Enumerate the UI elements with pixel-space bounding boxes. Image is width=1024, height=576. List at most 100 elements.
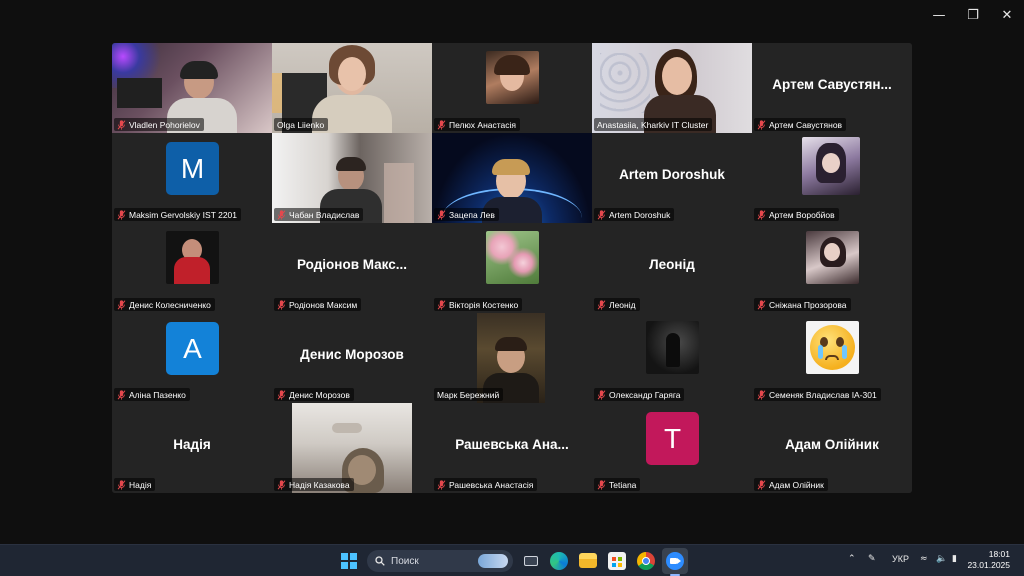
participant-name: Пелюх Анастасія — [449, 119, 517, 130]
participant-name-label: Olga Liienko — [274, 118, 329, 131]
muted-mic-icon — [117, 209, 126, 220]
muted-mic-icon — [277, 299, 286, 310]
muted-mic-icon — [597, 299, 606, 310]
participant-name: Зацепа Лев — [449, 209, 495, 220]
participant-name: Родіонов Максим — [289, 299, 358, 310]
participant-tile[interactable]: Чабан Владислав — [272, 133, 432, 223]
participant-tile[interactable]: Леонід Леонід — [592, 223, 752, 313]
participant-display-name: Артем Савустян... — [772, 77, 892, 92]
window-controls: — ❐ ✕ — [922, 4, 1024, 26]
volume-icon[interactable]: 🔈 — [936, 554, 947, 564]
participant-tile[interactable]: M Maksim Gervolskiy IST 2201 — [112, 133, 272, 223]
participant-name-label: Надія — [114, 478, 156, 491]
muted-mic-icon — [437, 479, 446, 490]
participant-name: Денис Морозов — [289, 389, 350, 400]
edge-icon[interactable] — [550, 552, 568, 570]
gallery-view: Vladlen Pohorielov Olga Liienko Пелюх Ан… — [112, 43, 912, 493]
chevron-up-icon[interactable]: ⌃ — [848, 554, 856, 564]
participant-tile[interactable]: T Tetiana — [592, 403, 752, 493]
participant-tile-active-speaker[interactable]: Anastasiia, Kharkiv IT Cluster — [592, 43, 752, 133]
participant-name-label: Vladlen Pohorielov — [114, 118, 204, 131]
muted-mic-icon — [117, 479, 126, 490]
taskbar-clock[interactable]: 18:01 23.01.2025 — [967, 549, 1010, 571]
task-view-icon[interactable] — [522, 552, 540, 570]
profile-picture — [646, 321, 699, 374]
participant-name: Марк Бережний — [437, 389, 500, 400]
participant-tile[interactable]: Семеняк Владислав ІА-301 — [752, 313, 912, 403]
participant-name-label: Зацепа Лев — [434, 208, 499, 221]
participant-display-name: Родіонов Макс... — [296, 257, 407, 272]
zoom-icon[interactable] — [666, 552, 684, 570]
participant-name-label: Anastasiia, Kharkiv IT Cluster — [594, 118, 713, 131]
restore-button[interactable]: ❐ — [956, 4, 990, 26]
participant-name: Денис Колесниченко — [129, 299, 211, 310]
chrome-icon[interactable] — [637, 552, 655, 570]
participant-name-label: Денис Колесниченко — [114, 298, 215, 311]
minimize-button[interactable]: — — [922, 4, 956, 26]
participant-name: Olga Liienko — [277, 119, 325, 130]
participant-tile[interactable]: Вікторія Костенко — [432, 223, 592, 313]
muted-mic-icon — [117, 119, 126, 130]
participant-display-name: Рашевська Ана... — [455, 437, 569, 452]
participant-tile[interactable]: Olga Liienko — [272, 43, 432, 133]
clock-date: 23.01.2025 — [967, 560, 1010, 570]
participant-name: Надія — [129, 479, 152, 490]
participant-tile[interactable]: Зацепа Лев — [432, 133, 592, 223]
participant-name: Artem Doroshuk — [609, 209, 671, 220]
participant-tile[interactable]: Денис Морозов Денис Морозов — [272, 313, 432, 403]
search-highlight-icon — [478, 554, 508, 568]
muted-mic-icon — [277, 479, 286, 490]
file-explorer-icon[interactable] — [579, 553, 597, 568]
muted-mic-icon — [757, 389, 766, 400]
battery-icon[interactable]: ▮ — [952, 554, 957, 564]
participant-tile[interactable]: Денис Колесниченко — [112, 223, 272, 313]
participant-name: Надія Казакова — [289, 479, 350, 490]
participant-tile[interactable]: Рашевська Ана... Рашевська Анастасія — [432, 403, 592, 493]
participant-tile[interactable]: Пелюх Анастасія — [432, 43, 592, 133]
muted-mic-icon — [277, 209, 286, 220]
participant-tile[interactable]: Vladlen Pohorielov — [112, 43, 272, 133]
taskbar-search-box[interactable]: Поиск — [367, 550, 513, 572]
participant-name: Вікторія Костенко — [449, 299, 519, 310]
participant-tile[interactable]: Родіонов Макс... Родіонов Максим — [272, 223, 432, 313]
muted-mic-icon — [757, 119, 766, 130]
participant-tile[interactable]: Артем Савустян... Артем Савустянов — [752, 43, 912, 133]
muted-mic-icon — [437, 119, 446, 130]
participant-name: Олександр Гаряга — [609, 389, 681, 400]
participant-name: Аліна Пазенко — [129, 389, 186, 400]
participant-name-label: Artem Doroshuk — [594, 208, 675, 221]
language-indicator[interactable]: УКР — [892, 554, 909, 564]
close-button[interactable]: ✕ — [990, 4, 1024, 26]
participant-name-label: Сніжана Прозорова — [754, 298, 851, 311]
participant-tile[interactable]: Марк Бережний — [432, 313, 592, 403]
participant-name: Vladlen Pohorielov — [129, 119, 200, 130]
windows-taskbar: Поиск ⌃ ✎ УКР ≈ 🔈 ▮ 18:01 23.01.2025 — [0, 544, 1024, 576]
search-icon — [375, 556, 385, 566]
participant-tile[interactable]: Надія Надія — [112, 403, 272, 493]
muted-mic-icon — [597, 389, 606, 400]
clock-time: 18:01 — [988, 549, 1010, 559]
avatar: M — [166, 142, 219, 195]
participant-tile[interactable]: Олександр Гаряга — [592, 313, 752, 403]
participant-tile[interactable]: Адам Олійник Адам Олійник — [752, 403, 912, 493]
participant-name-label: Tetiana — [594, 478, 641, 491]
participant-name: Артем Савустянов — [769, 119, 843, 130]
participant-tile[interactable]: Сніжана Прозорова — [752, 223, 912, 313]
muted-mic-icon — [757, 209, 766, 220]
participant-tile[interactable]: Артем Воробйов — [752, 133, 912, 223]
participant-name-label: Чабан Владислав — [274, 208, 364, 221]
wifi-icon[interactable]: ≈ — [920, 554, 928, 564]
participant-tile[interactable]: Artem Doroshuk Artem Doroshuk — [592, 133, 752, 223]
participant-tile[interactable]: Надія Казакова — [272, 403, 432, 493]
participant-tile[interactable]: A Аліна Пазенко — [112, 313, 272, 403]
microsoft-store-icon[interactable] — [608, 552, 626, 570]
muted-mic-icon — [757, 479, 766, 490]
windows-start-icon[interactable] — [341, 553, 357, 569]
avatar: A — [166, 322, 219, 375]
profile-picture — [486, 51, 539, 104]
pen-icon[interactable]: ✎ — [868, 554, 876, 564]
muted-mic-icon — [757, 299, 766, 310]
participant-name-label: Maksim Gervolskiy IST 2201 — [114, 208, 242, 221]
muted-mic-icon — [117, 389, 126, 400]
participant-display-name: Надія — [173, 437, 211, 452]
